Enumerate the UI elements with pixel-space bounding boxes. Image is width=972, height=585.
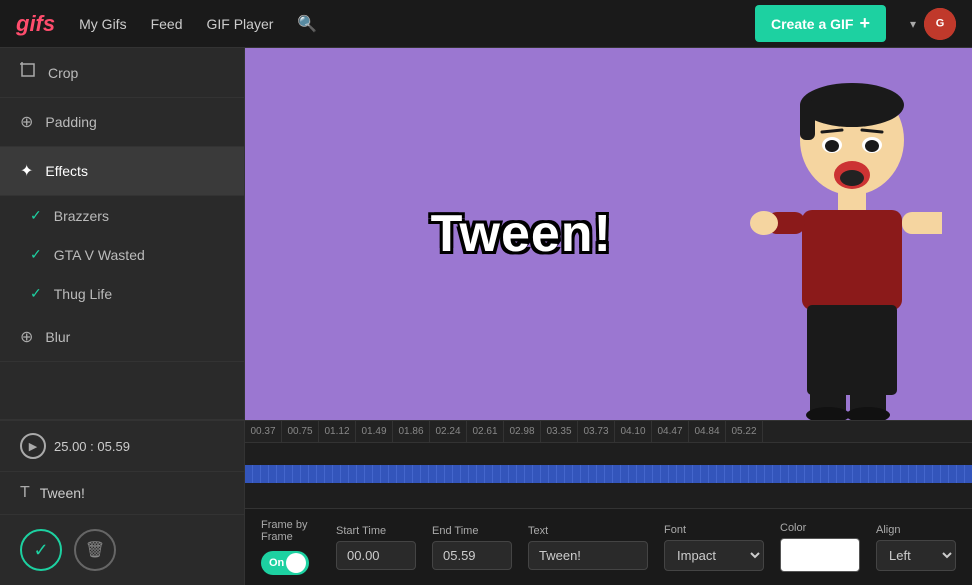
font-label: Font xyxy=(664,524,764,536)
timeline-tick: 02.61 xyxy=(467,421,504,442)
blur-icon: ⊕ xyxy=(20,327,33,347)
frame-by-frame-toggle[interactable]: On xyxy=(261,551,309,575)
toggle-wrap[interactable]: On xyxy=(261,551,320,575)
crop-icon xyxy=(20,62,36,83)
tween-label-row: T Tween! xyxy=(0,472,244,515)
topnav: gifs My Gifs Feed GIF Player 🔍 Create a … xyxy=(0,0,972,48)
timeline-blue-bar[interactable] xyxy=(245,465,972,483)
sidebar-subitem-thug-life[interactable]: ✓ Thug Life xyxy=(0,274,244,313)
sidebar-subitem-gta-label: GTA V Wasted xyxy=(54,247,145,263)
chevron-down-icon: ▾ xyxy=(910,17,916,31)
nav-gif-player[interactable]: GIF Player xyxy=(207,16,274,32)
toggle-knob xyxy=(286,553,306,573)
timeline-tick: 03.35 xyxy=(541,421,578,442)
playback-row: ▶ 25.00 : 05.59 xyxy=(0,420,244,472)
sidebar-item-effects-label: Effects xyxy=(45,163,88,179)
text-input[interactable] xyxy=(528,541,648,570)
sidebar-item-padding[interactable]: ⊕ Padding xyxy=(0,98,244,147)
tween-label: Tween! xyxy=(40,485,85,501)
color-picker[interactable] xyxy=(780,538,860,572)
timeline-tick: 00.37 xyxy=(245,421,282,442)
align-select[interactable]: Left Center Right xyxy=(876,540,956,571)
check-thug-icon: ✓ xyxy=(30,285,42,302)
avatar-area[interactable]: ▾ G xyxy=(910,8,956,40)
delete-button[interactable]: 🗑 xyxy=(74,529,116,571)
text-icon: T xyxy=(20,484,30,502)
start-time-label: Start Time xyxy=(336,525,416,537)
sidebar-item-crop[interactable]: Crop xyxy=(0,48,244,98)
sidebar-item-blur-label: Blur xyxy=(45,329,70,345)
timeline-tick: 01.12 xyxy=(319,421,356,442)
text-group: Text xyxy=(528,525,648,570)
padding-icon: ⊕ xyxy=(20,112,33,132)
sidebar-item-blur[interactable]: ⊕ Blur xyxy=(0,313,244,362)
frame-by-frame-group: Frame by Frame On xyxy=(261,519,320,575)
toggle-on-label: On xyxy=(263,557,284,569)
color-label: Color xyxy=(780,522,860,534)
timeline-ruler: 00.3700.7501.1201.4901.8602.2402.6102.98… xyxy=(245,421,972,443)
timeline-tick: 02.24 xyxy=(430,421,467,442)
sidebar-item-padding-label: Padding xyxy=(45,114,96,130)
bottom-controls: Frame by Frame On Start Time End Time Te… xyxy=(245,508,972,585)
color-group: Color xyxy=(780,522,860,572)
timeline-tick: 02.98 xyxy=(504,421,541,442)
preview-area: Tween! xyxy=(245,48,972,585)
timeline-tick: 03.73 xyxy=(578,421,615,442)
nav-feed[interactable]: Feed xyxy=(151,16,183,32)
create-gif-label: Create a GIF xyxy=(771,16,853,32)
align-label: Align xyxy=(876,524,956,536)
timeline: 00.3700.7501.1201.4901.8602.2402.6102.98… xyxy=(245,420,972,508)
timeline-tick: 01.86 xyxy=(393,421,430,442)
create-gif-button[interactable]: Create a GIF + xyxy=(755,5,886,42)
sidebar-subitem-brazzers[interactable]: ✓ Brazzers xyxy=(0,196,244,235)
font-select[interactable]: Impact Arial Times New Roman Comic Sans … xyxy=(664,540,764,571)
confirm-icon: ✓ xyxy=(33,540,48,561)
sidebar-subitem-brazzers-label: Brazzers xyxy=(54,208,109,224)
font-group: Font Impact Arial Times New Roman Comic … xyxy=(664,524,764,571)
play-button[interactable]: ▶ xyxy=(20,433,46,459)
check-gta-icon: ✓ xyxy=(30,246,42,263)
frame-by-frame-label: Frame by Frame xyxy=(261,519,320,543)
gif-preview: Tween! xyxy=(245,48,972,420)
sidebar-item-effects[interactable]: ✦ Effects xyxy=(0,147,244,196)
timeline-tick: 00.75 xyxy=(282,421,319,442)
plus-icon: + xyxy=(859,13,870,34)
main-content: Crop ⊕ Padding ✦ Effects ✓ Brazzers ✓ GT… xyxy=(0,48,972,585)
tween-overlay-text: Tween! xyxy=(431,204,612,264)
search-icon[interactable]: 🔍 xyxy=(297,14,317,34)
align-group: Align Left Center Right xyxy=(876,524,956,571)
end-time-group: End Time xyxy=(432,525,512,570)
playback-current: 25.00 : 05.59 xyxy=(54,439,130,454)
timeline-tick: 05.22 xyxy=(726,421,763,442)
svg-text:G: G xyxy=(936,17,945,29)
timeline-tick: 04.10 xyxy=(615,421,652,442)
timeline-tick: 04.47 xyxy=(652,421,689,442)
check-brazzers-icon: ✓ xyxy=(30,207,42,224)
nav-my-gifs[interactable]: My Gifs xyxy=(79,16,126,32)
avatar: G xyxy=(924,8,956,40)
sidebar-item-crop-label: Crop xyxy=(48,65,78,81)
action-buttons: ✓ 🗑 xyxy=(0,515,244,585)
trash-icon: 🗑 xyxy=(85,540,105,560)
confirm-button[interactable]: ✓ xyxy=(20,529,62,571)
character-figure xyxy=(742,80,942,420)
timeline-tick: 01.49 xyxy=(356,421,393,442)
sidebar-subitem-thug-label: Thug Life xyxy=(54,286,112,302)
sidebar-subitem-gta-v-wasted[interactable]: ✓ GTA V Wasted xyxy=(0,235,244,274)
end-time-input[interactable] xyxy=(432,541,512,570)
timeline-tick: 04.84 xyxy=(689,421,726,442)
text-label: Text xyxy=(528,525,648,537)
start-time-input[interactable] xyxy=(336,541,416,570)
sidebar: Crop ⊕ Padding ✦ Effects ✓ Brazzers ✓ GT… xyxy=(0,48,245,585)
effects-icon: ✦ xyxy=(20,161,33,181)
start-time-group: Start Time xyxy=(336,525,416,570)
end-time-label: End Time xyxy=(432,525,512,537)
logo[interactable]: gifs xyxy=(16,11,55,37)
